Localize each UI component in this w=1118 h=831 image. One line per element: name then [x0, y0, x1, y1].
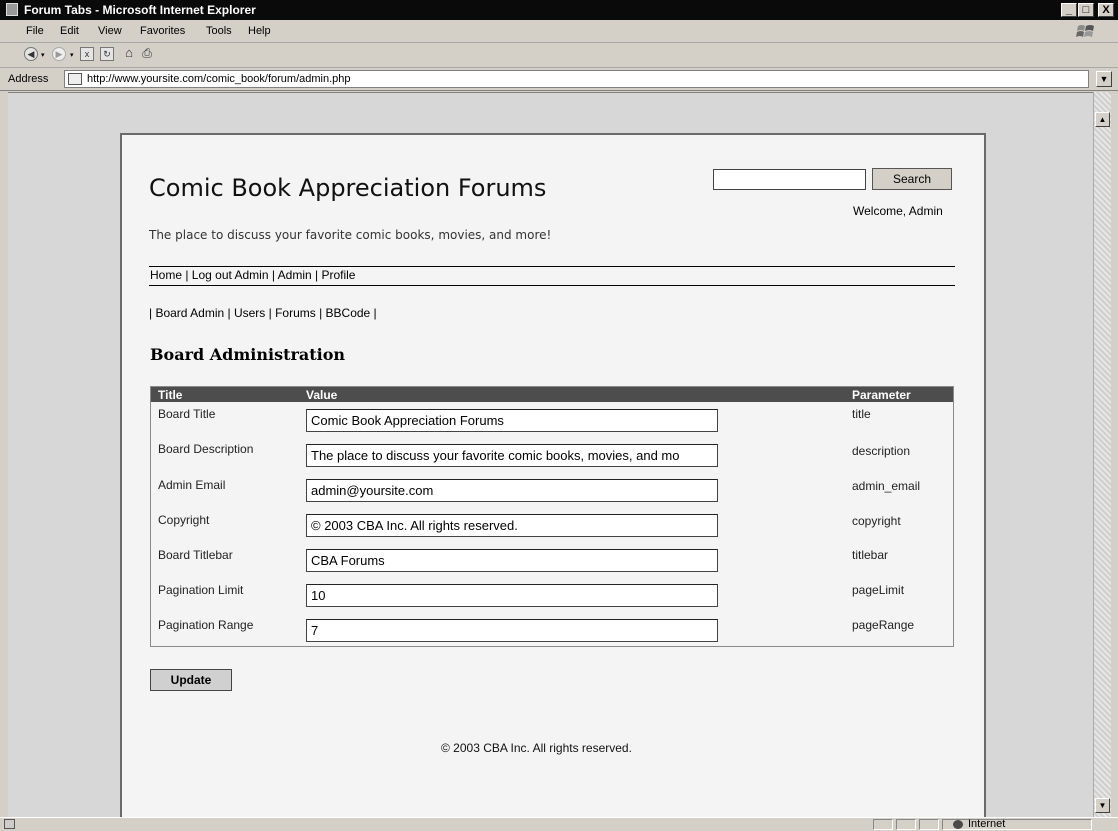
row-param: description	[852, 444, 911, 458]
table-header: Title Value Parameter	[151, 387, 953, 402]
menu-favorites[interactable]: Favorites	[140, 25, 185, 37]
window-title: Forum Tabs - Microsoft Internet Explorer	[24, 3, 256, 17]
address-bar: Address http://www.yoursite.com/comic_bo…	[0, 68, 1118, 91]
site-title: Comic Book Appreciation Forums	[149, 174, 547, 202]
welcome-text: Welcome, Admin	[853, 204, 943, 218]
menu-file[interactable]: File	[26, 25, 44, 37]
address-url: http://www.yoursite.com/comic_book/forum…	[87, 73, 351, 85]
zone-cell	[942, 819, 1092, 830]
address-dropdown-icon[interactable]: ▼	[1096, 71, 1112, 87]
menu-tools[interactable]: Tools	[206, 25, 232, 37]
row-param: admin_email	[852, 479, 921, 493]
column-header-title: Title	[158, 388, 183, 402]
globe-icon	[953, 820, 963, 829]
board-titlebar-input[interactable]: CBA Forums	[306, 549, 718, 572]
status-cell	[873, 819, 893, 830]
refresh-icon[interactable]: ↻	[100, 47, 114, 61]
back-icon[interactable]: ◀	[24, 47, 38, 61]
menu-help[interactable]: Help	[248, 25, 271, 37]
update-button[interactable]: Update	[150, 669, 232, 691]
scroll-up-icon[interactable]: ▲	[1095, 112, 1110, 127]
toolbar: ◀ ▾ ▶ ▾ x ↻ ⌂ ⎙	[0, 43, 1118, 68]
row-param: pageLimit	[852, 583, 905, 597]
menu-bar: File Edit View Favorites Tools Help	[0, 20, 1118, 43]
forward-dropdown-icon[interactable]: ▾	[70, 51, 74, 59]
ie-window-icon	[6, 3, 18, 16]
copyright-input[interactable]: © 2003 CBA Inc. All rights reserved.	[306, 514, 718, 537]
main-nav-links[interactable]: Home | Log out Admin | Admin | Profile	[150, 268, 355, 282]
menu-edit[interactable]: Edit	[60, 25, 79, 37]
column-header-parameter: Parameter	[852, 388, 911, 402]
windows-logo-icon	[1076, 23, 1096, 39]
address-input[interactable]: http://www.yoursite.com/comic_book/forum…	[64, 70, 1089, 88]
main-nav: Home | Log out Admin | Admin | Profile	[149, 266, 955, 286]
maximize-button[interactable]: □	[1078, 3, 1094, 17]
pagination-limit-input[interactable]: 10	[306, 584, 718, 607]
row-param: title	[852, 407, 871, 421]
home-icon[interactable]: ⌂	[122, 46, 136, 61]
print-icon[interactable]: ⎙	[140, 47, 154, 61]
admin-email-input[interactable]: admin@yoursite.com	[306, 479, 718, 502]
title-bar: Forum Tabs - Microsoft Internet Explorer…	[0, 0, 1118, 20]
row-title: Pagination Limit	[158, 583, 244, 597]
column-header-value: Value	[306, 388, 338, 402]
board-description-input[interactable]: The place to discuss your favorite comic…	[306, 444, 718, 467]
security-zone: Internet	[968, 818, 1006, 830]
site-tagline: The place to discuss your favorite comic…	[149, 228, 552, 242]
settings-table: Title Value Parameter Board Title Comic …	[150, 386, 954, 647]
page-footer: © 2003 CBA Inc. All rights reserved.	[441, 741, 632, 755]
row-title: Admin Email	[158, 478, 226, 492]
row-param: copyright	[852, 514, 901, 528]
back-dropdown-icon[interactable]: ▾	[41, 51, 45, 59]
address-label: Address	[8, 73, 49, 85]
row-title: Pagination Range	[158, 618, 254, 632]
search-input[interactable]	[713, 169, 866, 190]
close-button[interactable]: X	[1098, 3, 1114, 17]
page-icon	[68, 73, 82, 85]
section-title: Board Administration	[150, 345, 346, 364]
admin-subnav[interactable]: | Board Admin | Users | Forums | BBCode …	[149, 306, 377, 320]
status-cell	[896, 819, 916, 830]
status-cell	[919, 819, 939, 830]
pagination-range-input[interactable]: 7	[306, 619, 718, 642]
row-param: pageRange	[852, 618, 915, 632]
vertical-scrollbar[interactable]: ▲ ▼	[1093, 92, 1111, 817]
minimize-button[interactable]: _	[1061, 3, 1077, 17]
board-title-input[interactable]: Comic Book Appreciation Forums	[306, 409, 718, 432]
left-frame	[0, 92, 8, 817]
row-title: Board Description	[158, 442, 254, 456]
search-button[interactable]: Search	[872, 168, 952, 190]
row-title: Copyright	[158, 513, 210, 527]
row-title: Board Title	[158, 407, 216, 421]
scroll-down-icon[interactable]: ▼	[1095, 798, 1110, 813]
row-title: Board Titlebar	[158, 548, 233, 562]
forward-icon[interactable]: ▶	[52, 47, 66, 61]
stop-icon[interactable]: x	[80, 47, 94, 61]
menu-view[interactable]: View	[98, 25, 122, 37]
status-bar: Internet	[0, 817, 1118, 831]
page-status-icon	[4, 819, 15, 829]
forum-page: Comic Book Appreciation Forums The place…	[120, 133, 986, 825]
row-param: titlebar	[852, 548, 889, 562]
